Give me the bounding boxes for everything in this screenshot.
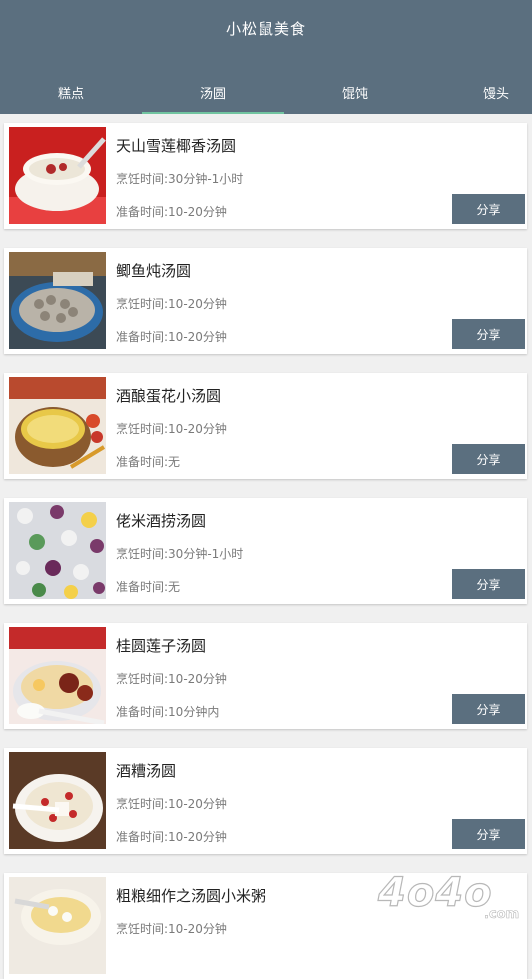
prep-time: 准备时间:10-20分钟 [116,830,227,844]
recipe-thumbnail[interactable] [9,627,106,724]
share-button[interactable]: 分享 [452,319,525,349]
share-button[interactable]: 分享 [452,194,525,224]
recipe-thumbnail[interactable] [9,502,106,599]
recipe-thumbnail[interactable] [9,252,106,349]
watermark-logo: 4o4o .com [372,864,528,924]
recipe-thumbnail[interactable] [9,877,106,974]
prep-time: 准备时间:10分钟内 [116,705,220,719]
cook-time: 烹饪时间:30分钟-1小时 [116,172,244,186]
recipe-card[interactable]: 酒糟汤圆 烹饪时间:10-20分钟 准备时间:10-20分钟 分享 [4,748,527,854]
recipe-card[interactable]: 桂圆莲子汤圆 烹饪时间:10-20分钟 准备时间:10分钟内 分享 [4,623,527,729]
recipe-thumbnail[interactable] [9,127,106,224]
cook-time: 烹饪时间:10-20分钟 [116,422,227,436]
tab-wonton[interactable]: 馄饨 [284,70,426,114]
recipe-name[interactable]: 酒糟汤圆 [116,760,176,781]
tab-mantou[interactable]: 馒头 [426,70,532,114]
tab-tangyuan[interactable]: 汤圆 [142,70,284,114]
recipe-name[interactable]: 佬米酒捞汤圆 [116,510,206,531]
cook-time: 烹饪时间:10-20分钟 [116,672,227,686]
app-bar: 小松鼠美食 糕点 汤圆 馄饨 馒头 [0,0,532,114]
prep-time: 准备时间:无 [116,455,181,469]
recipe-card[interactable]: 佬米酒捞汤圆 烹饪时间:30分钟-1小时 准备时间:无 分享 [4,498,527,604]
cook-time: 烹饪时间:10-20分钟 [116,922,227,936]
tab-pastry[interactable]: 糕点 [0,70,142,114]
prep-time: 准备时间:无 [116,580,181,594]
share-button[interactable]: 分享 [452,444,525,474]
active-tab-indicator [142,112,284,114]
app-title: 小松鼠美食 [225,20,306,38]
recipe-name[interactable]: 鲫鱼炖汤圆 [116,260,191,281]
recipe-thumbnail[interactable] [9,752,106,849]
recipe-name[interactable]: 粗粮细作之汤圆小米粥 [116,885,266,906]
watermark-suffix: .com [484,907,519,922]
recipe-thumbnail[interactable] [9,377,106,474]
prep-time: 准备时间:10-20分钟 [116,205,227,219]
share-button[interactable]: 分享 [452,819,525,849]
category-tabs: 糕点 汤圆 馄饨 馒头 [0,70,532,114]
share-button[interactable]: 分享 [452,569,525,599]
share-button[interactable]: 分享 [452,694,525,724]
recipe-name[interactable]: 桂圆莲子汤圆 [116,635,206,656]
recipe-name[interactable]: 酒酿蛋花小汤圆 [116,385,221,406]
recipe-name[interactable]: 天山雪莲椰香汤圆 [116,135,236,156]
cook-time: 烹饪时间:30分钟-1小时 [116,547,244,561]
recipe-card[interactable]: 天山雪莲椰香汤圆 烹饪时间:30分钟-1小时 准备时间:10-20分钟 分享 [4,123,527,229]
recipe-card[interactable]: 酒酿蛋花小汤圆 烹饪时间:10-20分钟 准备时间:无 分享 [4,373,527,479]
watermark-text: 4o4o [377,870,493,916]
recipe-card[interactable]: 鲫鱼炖汤圆 烹饪时间:10-20分钟 准备时间:10-20分钟 分享 [4,248,527,354]
prep-time: 准备时间:10-20分钟 [116,330,227,344]
cook-time: 烹饪时间:10-20分钟 [116,297,227,311]
cook-time: 烹饪时间:10-20分钟 [116,797,227,811]
